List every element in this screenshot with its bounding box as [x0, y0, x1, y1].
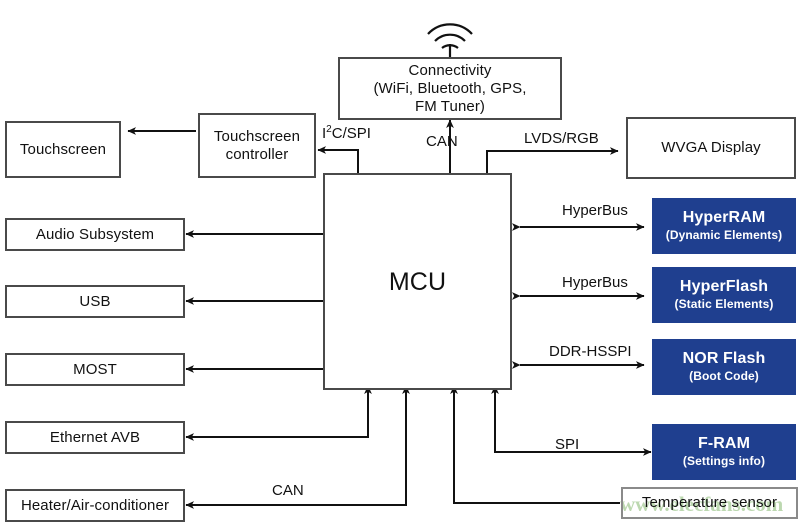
mcu-label: MCU — [388, 267, 447, 296]
temperature-sensor-block[interactable]: Temperature sensor — [621, 487, 798, 519]
antenna-icon — [427, 23, 473, 57]
mcu-block[interactable]: MCU — [323, 173, 512, 390]
connectivity-line2: (WiFi, Bluetooth, GPS, — [373, 79, 527, 97]
hyperram-block[interactable]: HyperRAM (Dynamic Elements) — [652, 198, 796, 254]
usb-block[interactable]: USB — [5, 285, 185, 318]
wvga-display-block[interactable]: WVGA Display — [626, 117, 796, 179]
fram-name: F-RAM — [697, 434, 751, 452]
most-block[interactable]: MOST — [5, 353, 185, 386]
heater-air-conditioner-block[interactable]: Heater/Air-conditioner — [5, 489, 185, 522]
nor-flash-sub: (Boot Code) — [689, 369, 759, 384]
ethernet-avb-block[interactable]: Ethernet AVB — [5, 421, 185, 454]
hyperflash-sub: (Static Elements) — [674, 297, 774, 312]
edge-label-i2c-spi: I2C/SPI — [322, 124, 371, 142]
diagram-canvas: Connectivity (WiFi, Bluetooth, GPS, FM T… — [0, 0, 800, 523]
touchscreen-controller-block[interactable]: Touchscreen controller — [198, 113, 316, 178]
nor-flash-name: NOR Flash — [682, 349, 766, 367]
audio-subsystem-label: Audio Subsystem — [35, 225, 155, 243]
fram-sub: (Settings info) — [682, 454, 766, 469]
wvga-display-label: WVGA Display — [661, 139, 761, 156]
fram-block[interactable]: F-RAM (Settings info) — [652, 424, 796, 480]
connectivity-line3: FM Tuner) — [414, 97, 486, 115]
heater-air-conditioner-label: Heater/Air-conditioner — [20, 496, 170, 514]
edge-label-hyperbus-ram: HyperBus — [562, 202, 628, 219]
touchscreen-controller-line1: Touchscreen — [213, 127, 301, 145]
edge-label-hyperbus-flash: HyperBus — [562, 274, 628, 291]
most-label: MOST — [73, 360, 117, 378]
hyperflash-block[interactable]: HyperFlash (Static Elements) — [652, 267, 796, 323]
edge-label-ddr-hsspi: DDR-HSSPI — [549, 343, 632, 360]
touchscreen-block[interactable]: Touchscreen — [5, 121, 121, 178]
usb-label: USB — [79, 292, 111, 310]
hyperram-name: HyperRAM — [682, 208, 766, 226]
edge-label-lvds-rgb: LVDS/RGB — [524, 130, 599, 147]
edge-label-spi: SPI — [555, 436, 580, 453]
connectivity-line1: Connectivity — [408, 61, 492, 79]
touchscreen-controller-line2: controller — [225, 145, 289, 163]
temperature-sensor-label: Temperature sensor — [641, 494, 778, 511]
audio-subsystem-block[interactable]: Audio Subsystem — [5, 218, 185, 251]
touchscreen-label: Touchscreen — [19, 140, 107, 158]
hyperflash-name: HyperFlash — [679, 277, 769, 295]
edge-label-can-top: CAN — [426, 133, 458, 150]
ethernet-avb-label: Ethernet AVB — [49, 428, 141, 446]
hyperram-sub: (Dynamic Elements) — [665, 228, 783, 243]
nor-flash-block[interactable]: NOR Flash (Boot Code) — [652, 339, 796, 395]
connectivity-block[interactable]: Connectivity (WiFi, Bluetooth, GPS, FM T… — [338, 57, 562, 120]
edge-label-can-bottom: CAN — [272, 482, 304, 499]
